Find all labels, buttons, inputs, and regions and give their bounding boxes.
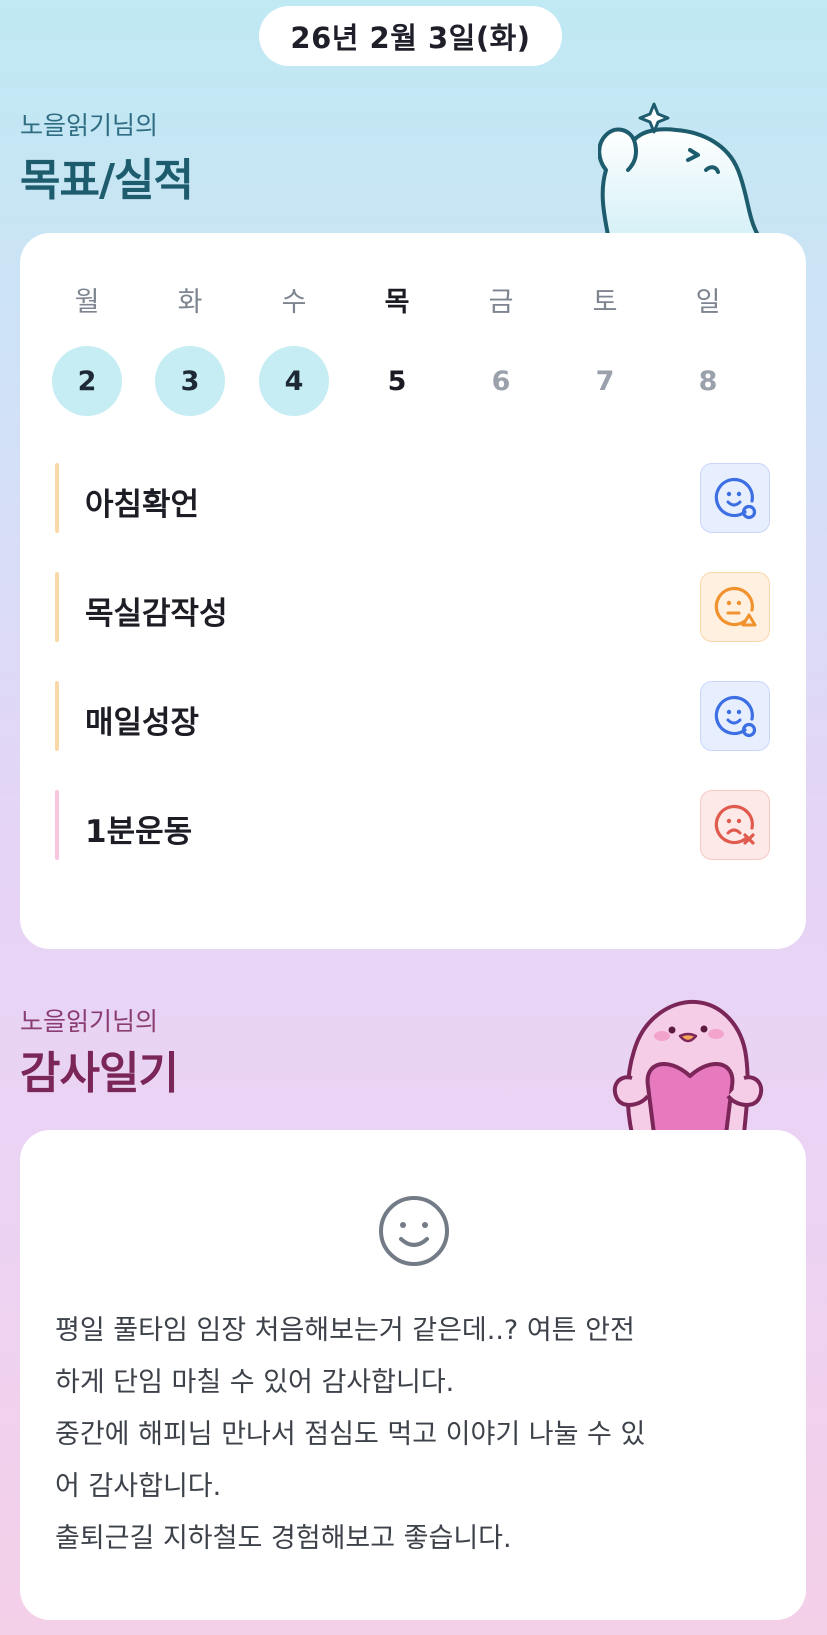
weekday-date: 8 <box>698 365 718 397</box>
smile-face-icon[interactable] <box>376 1193 452 1269</box>
goals-section-title: 목표/실적 <box>20 155 194 206</box>
goal-status-button[interactable] <box>700 681 770 751</box>
weekday-label: 금 <box>488 287 514 318</box>
smile-circle-icon <box>714 477 757 520</box>
weekday-label: 토 <box>592 287 618 318</box>
bird-heart-mascot-illustration <box>612 999 764 1134</box>
goal-label: 아침확언 <box>85 487 200 523</box>
weekday-label: 일 <box>695 287 721 318</box>
goal-row[interactable]: 1분운동 <box>55 790 775 860</box>
weekday-label: 화 <box>177 287 203 318</box>
goal-status-button[interactable] <box>700 463 770 533</box>
goals-section-subtitle: 노을읽기님의 <box>20 111 159 140</box>
weekday-date: 2 <box>52 346 122 416</box>
goals-card: 월 2 화 3 수 4 목 5 금 6 토 7 일 8 아침확언 목실감작성 매… <box>20 233 806 949</box>
goal-accent-bar <box>55 463 59 533</box>
goal-row[interactable]: 목실감작성 <box>55 572 775 642</box>
goal-accent-bar <box>55 681 59 751</box>
weekday-label: 월 <box>74 287 100 318</box>
gratitude-section-title: 감사일기 <box>20 1048 179 1099</box>
gratitude-card: 평일 풀타임 임장 처음해보는거 같은데..? 여튼 안전 하게 단임 마칠 수… <box>20 1130 806 1620</box>
goal-label: 매일성장 <box>85 705 200 741</box>
goal-label: 1분운동 <box>85 814 193 850</box>
weekday-date: 4 <box>259 346 329 416</box>
date-display[interactable]: 26년 2월 3일(화) <box>259 6 562 66</box>
goal-label: 목실감작성 <box>85 596 228 632</box>
ghost-mascot-illustration <box>598 102 760 235</box>
gratitude-section-subtitle: 노을읽기님의 <box>20 1007 159 1036</box>
goal-status-button[interactable] <box>700 790 770 860</box>
smile-circle-icon <box>714 695 757 738</box>
goal-accent-bar <box>55 790 59 860</box>
gratitude-diary-text: 평일 풀타임 임장 처음해보는거 같은데..? 여튼 안전 하게 단임 마칠 수… <box>55 1315 646 1554</box>
weekday-date: 6 <box>491 365 511 397</box>
weekday-label: 목 <box>384 287 410 318</box>
goal-row[interactable]: 매일성장 <box>55 681 775 751</box>
face-triangle-icon <box>714 586 757 627</box>
goal-row[interactable]: 아침확언 <box>55 463 775 533</box>
weekday-date: 5 <box>387 365 407 397</box>
sad-x-icon <box>714 804 755 845</box>
weekday-label: 수 <box>281 287 307 318</box>
weekday-date: 3 <box>155 346 225 416</box>
goal-status-button[interactable] <box>700 572 770 642</box>
goal-accent-bar <box>55 572 59 642</box>
weekday-date: 7 <box>595 365 615 397</box>
